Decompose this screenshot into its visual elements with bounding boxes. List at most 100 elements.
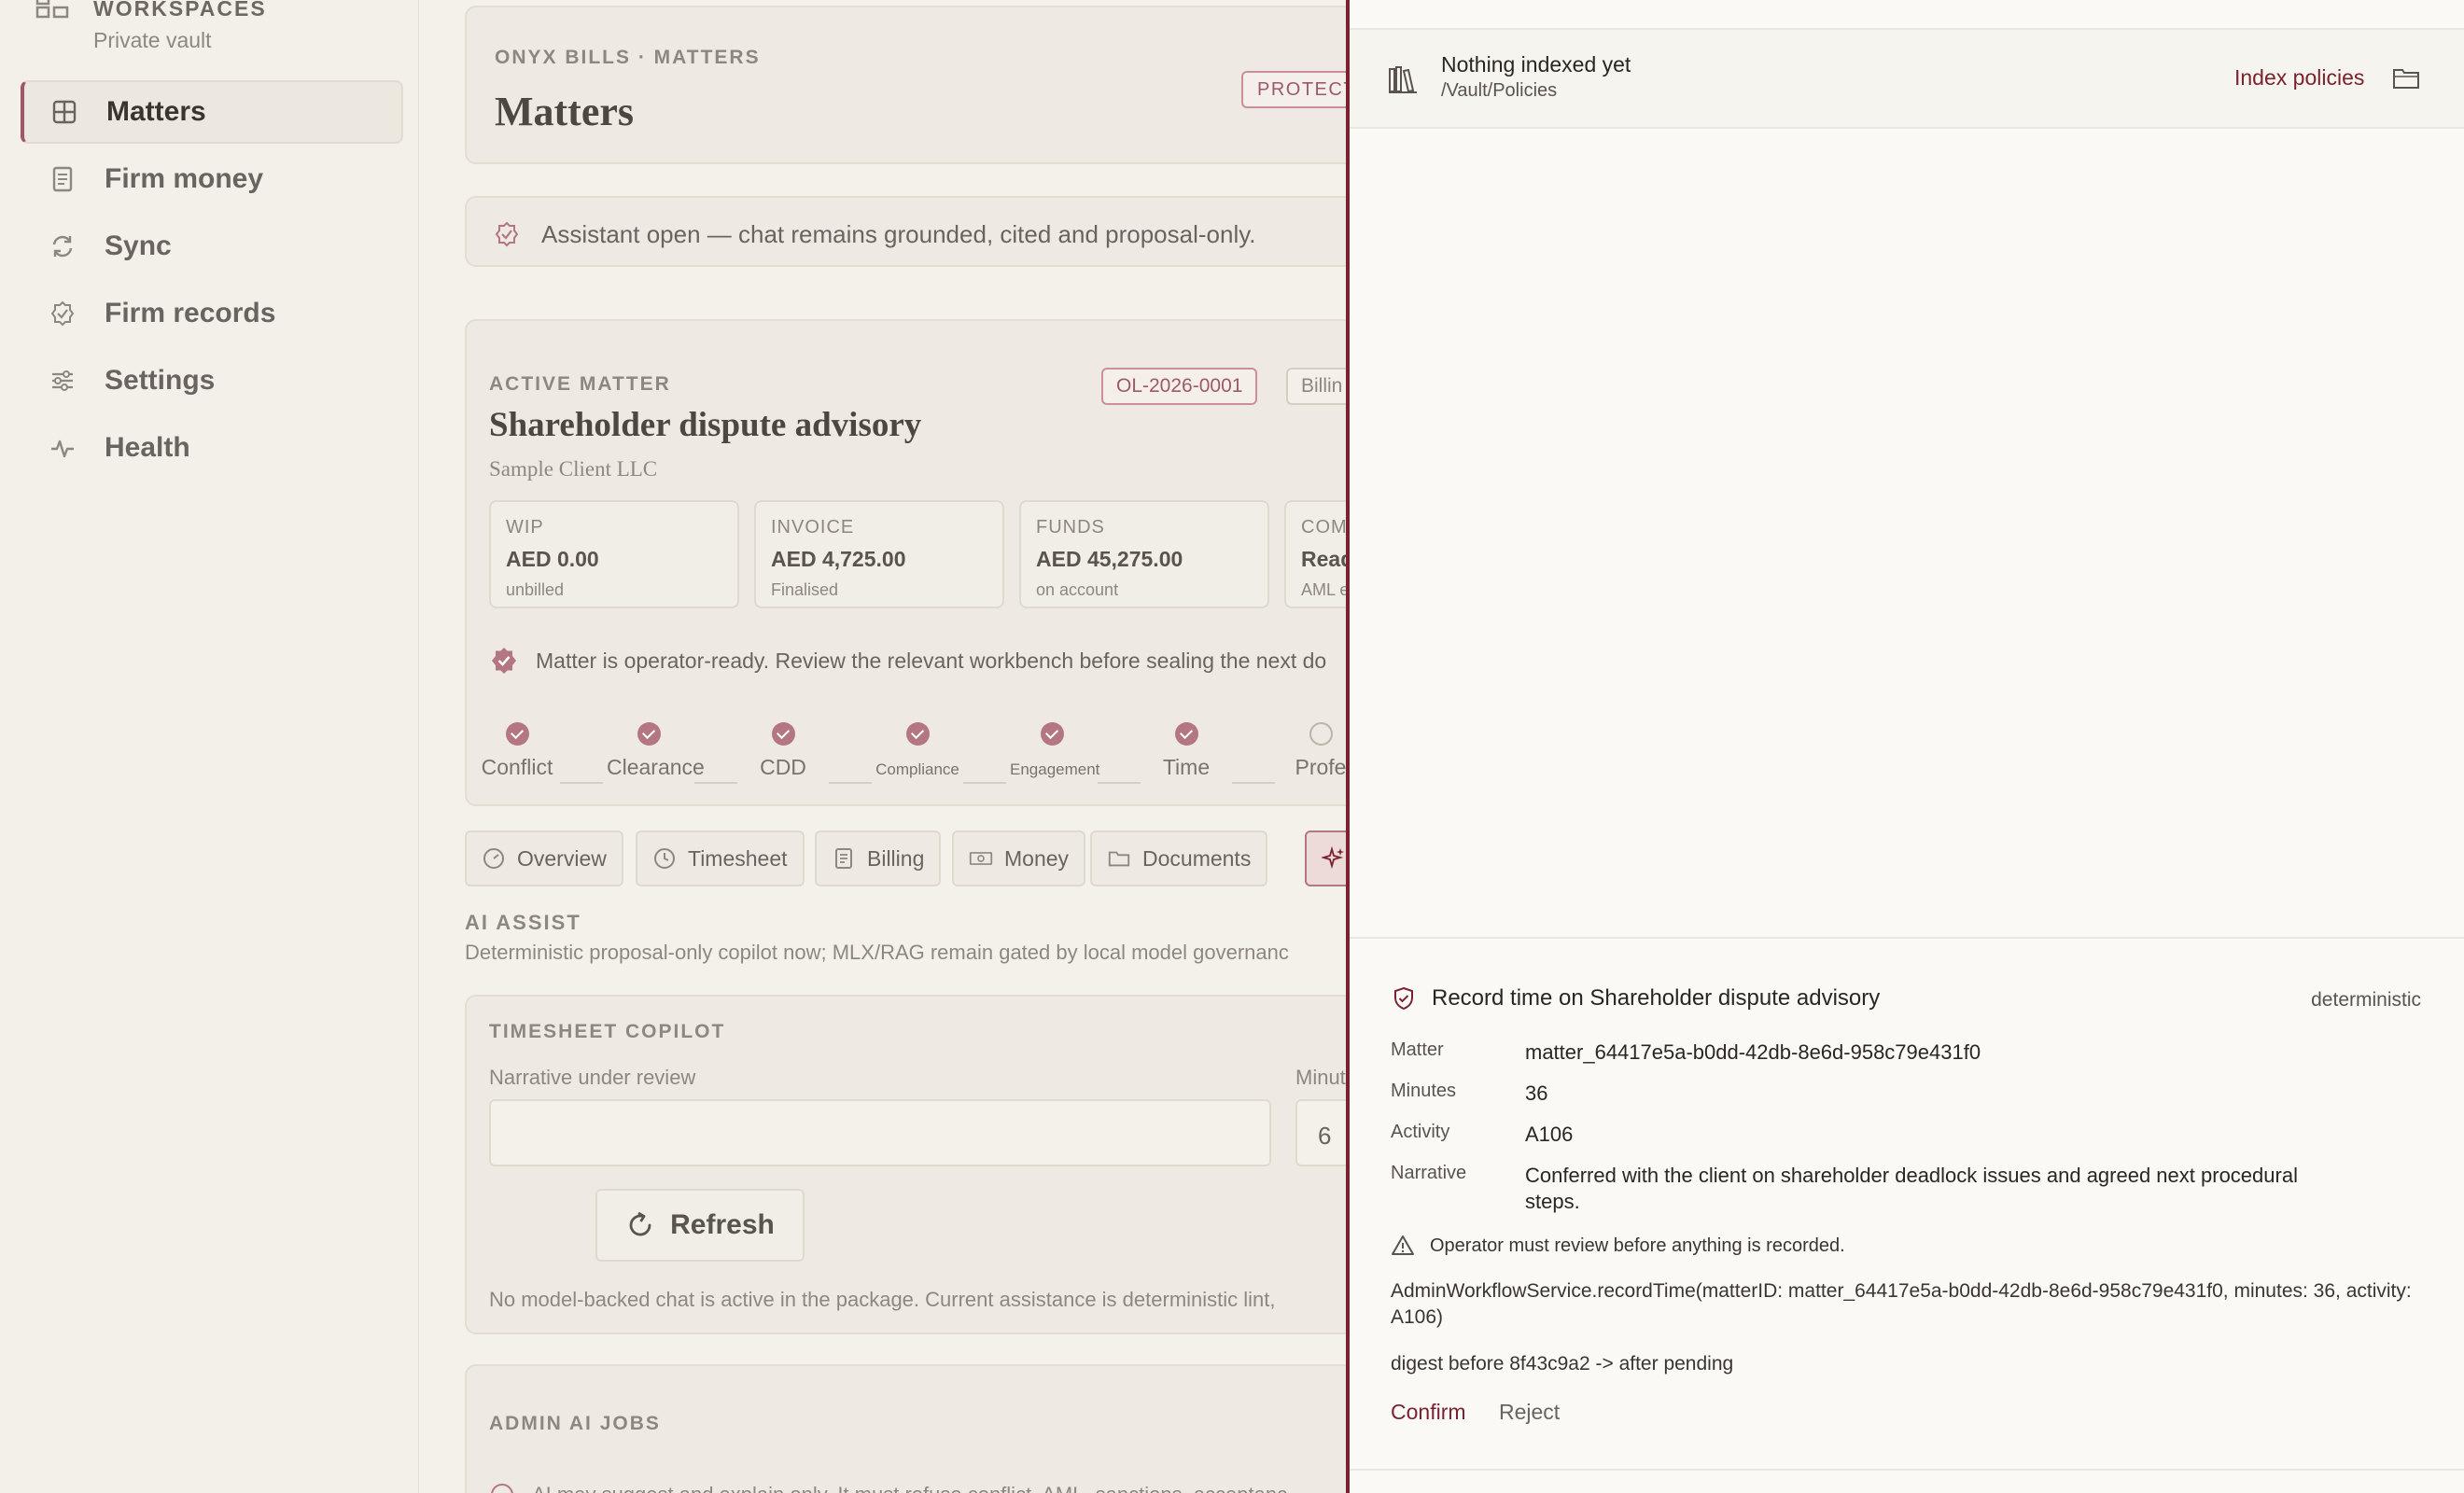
assistant-status-bar: Assistant open — chat remains grounded, … (465, 196, 1346, 267)
sidebar-item-firm-records[interactable]: Firm records (21, 282, 403, 345)
sidebar-item-settings[interactable]: Settings (21, 349, 403, 412)
stat-label: WIP (506, 517, 544, 537)
copilot-note: No model-backed chat is active in the pa… (489, 1288, 1276, 1311)
tab-label: Billing (867, 845, 925, 871)
sidebar-item-label: Matters (106, 96, 206, 127)
drawer-top-strip (1350, 0, 2464, 30)
folder-icon (1108, 851, 1130, 867)
stat-value: AED 45,275.00 (1036, 547, 1183, 571)
banknote-icon (969, 852, 993, 865)
tab-label: Overview (517, 845, 607, 871)
field-key: Activity (1391, 1122, 1450, 1142)
assistant-drawer: Nothing indexed yet /Vault/Policies Inde… (1346, 0, 2464, 1493)
matter-client: Sample Client LLC (489, 457, 658, 481)
sidebar-item-health[interactable]: Health (21, 416, 403, 480)
shield-check-icon (1394, 986, 1413, 1011)
sidebar-nav: Matters Firm money Sync Firm records Set… (21, 80, 403, 483)
field-key: Matter (1391, 1040, 1444, 1060)
active-matter-label: ACTIVE MATTER (489, 373, 671, 395)
step-label: Profe (1295, 755, 1347, 779)
policy-index-row: Nothing indexed yet /Vault/Policies Inde… (1350, 30, 2464, 129)
step-connector (1232, 782, 1275, 784)
refresh-icon (629, 1211, 651, 1236)
step-cdd[interactable]: CDD (741, 722, 825, 780)
sidebar-item-matters[interactable]: Matters (21, 80, 403, 144)
check-circle-icon (1174, 722, 1198, 746)
stat-funds: FUNDS AED 45,275.00 on account (1019, 500, 1269, 608)
index-policies-link[interactable]: Index policies (2234, 65, 2364, 91)
admin-ai-jobs-card: ADMIN AI JOBS AI may suggest and explain… (465, 1364, 1346, 1493)
step-label: CDD (760, 755, 806, 779)
matter-title: Shareholder dispute advisory (489, 406, 922, 444)
minutes-input[interactable]: 6 (1295, 1099, 1346, 1166)
review-warning: Operator must review before anything is … (1391, 1234, 1845, 1258)
stat-wip: WIP AED 0.00 unbilled (489, 500, 739, 608)
step-label: Time (1162, 755, 1211, 779)
stat-invoice: INVOICE AED 4,725.00 Finalised (754, 500, 1004, 608)
grid-icon (52, 100, 77, 124)
reject-button[interactable]: Reject (1499, 1400, 1560, 1425)
ready-notice: Matter is operator-ready. Review the rel… (489, 644, 1326, 677)
library-icon (1389, 66, 1417, 93)
step-label: Engagement (1010, 760, 1100, 778)
step-connector (694, 782, 737, 784)
workspace-title: WORKSPACES (93, 0, 267, 21)
sliders-icon (52, 370, 73, 391)
confirm-button[interactable]: Confirm (1391, 1400, 1466, 1425)
step-connector (829, 782, 872, 784)
minutes-label: Minut (1295, 1066, 1346, 1089)
admin-jobs-text: AI may suggest and explain only. It must… (532, 1483, 1287, 1493)
tab-money[interactable]: Money (952, 830, 1086, 886)
step-conflict[interactable]: Conflict (480, 722, 554, 780)
tab-ai-assist[interactable] (1305, 830, 1346, 886)
tab-timesheet[interactable]: Timesheet (636, 830, 805, 886)
step-label: Conflict (481, 755, 553, 779)
sidebar-item-label: Firm records (105, 298, 276, 328)
step-time[interactable]: Time (1144, 722, 1228, 780)
step-clearance[interactable]: Clearance (607, 722, 705, 780)
breadcrumb: ONYX BILLS · MATTERS (495, 47, 761, 68)
sidebar-item-label: Settings (105, 365, 216, 396)
sidebar-item-firm-money[interactable]: Firm money (21, 147, 403, 211)
field-value: matter_64417e5a-b0dd-42db-8e6d-958c79e43… (1525, 1040, 1981, 1064)
refresh-label: Refresh (670, 1209, 775, 1240)
refresh-button[interactable]: Refresh (595, 1189, 805, 1262)
workspaces-icon (35, 0, 69, 19)
field-value: A106 (1525, 1123, 1574, 1146)
pulse-icon (51, 440, 74, 458)
sidebar-item-sync[interactable]: Sync (21, 215, 403, 278)
sync-icon (52, 235, 73, 258)
step-profile[interactable]: Profe (1279, 722, 1346, 780)
copilot-title: TIMESHEET COPILOT (489, 1021, 726, 1042)
proposal-mode: deterministic (2311, 989, 2421, 1011)
empty-circle-icon (1309, 722, 1333, 746)
billing-tag: Billin (1286, 368, 1346, 405)
tab-overview[interactable]: Overview (465, 830, 623, 886)
tab-billing[interactable]: Billing (815, 830, 942, 886)
badge-check-filled-icon (492, 648, 516, 674)
step-connector (1098, 782, 1141, 784)
stat-sub: unbilled (506, 580, 565, 599)
ledger-icon (52, 166, 73, 192)
field-key: Narrative (1391, 1163, 1467, 1183)
stat-value: AED 4,725.00 (771, 547, 906, 571)
workspace-subtitle: Private vault (93, 28, 212, 52)
admin-jobs-title: ADMIN AI JOBS (489, 1413, 661, 1434)
field-key: Minutes (1391, 1081, 1457, 1101)
matter-tabs: Overview Timesheet Billing Money Documen… (465, 830, 1346, 886)
step-connector (963, 782, 1006, 784)
onboarding-stepper: Conflict Clearance CDD Compliance Engage… (467, 722, 1346, 797)
step-connector (560, 782, 603, 784)
badge-check-icon (50, 300, 75, 327)
ready-text: Matter is operator-ready. Review the rel… (536, 648, 1327, 673)
sidebar: WORKSPACES Private vault Matters Firm mo… (0, 0, 419, 1493)
tab-documents[interactable]: Documents (1090, 830, 1268, 886)
step-compliance[interactable]: Compliance (875, 722, 959, 779)
tab-label: Money (1004, 845, 1070, 871)
folder-icon[interactable] (2391, 63, 2421, 93)
shield-check-icon (495, 221, 519, 247)
page-header: ONYX BILLS · MATTERS Matters PROTECTED (465, 6, 1346, 164)
narrative-input[interactable] (489, 1099, 1271, 1166)
active-matter-card: ACTIVE MATTER Shareholder dispute adviso… (465, 319, 1346, 806)
step-engagement[interactable]: Engagement (1010, 722, 1100, 779)
